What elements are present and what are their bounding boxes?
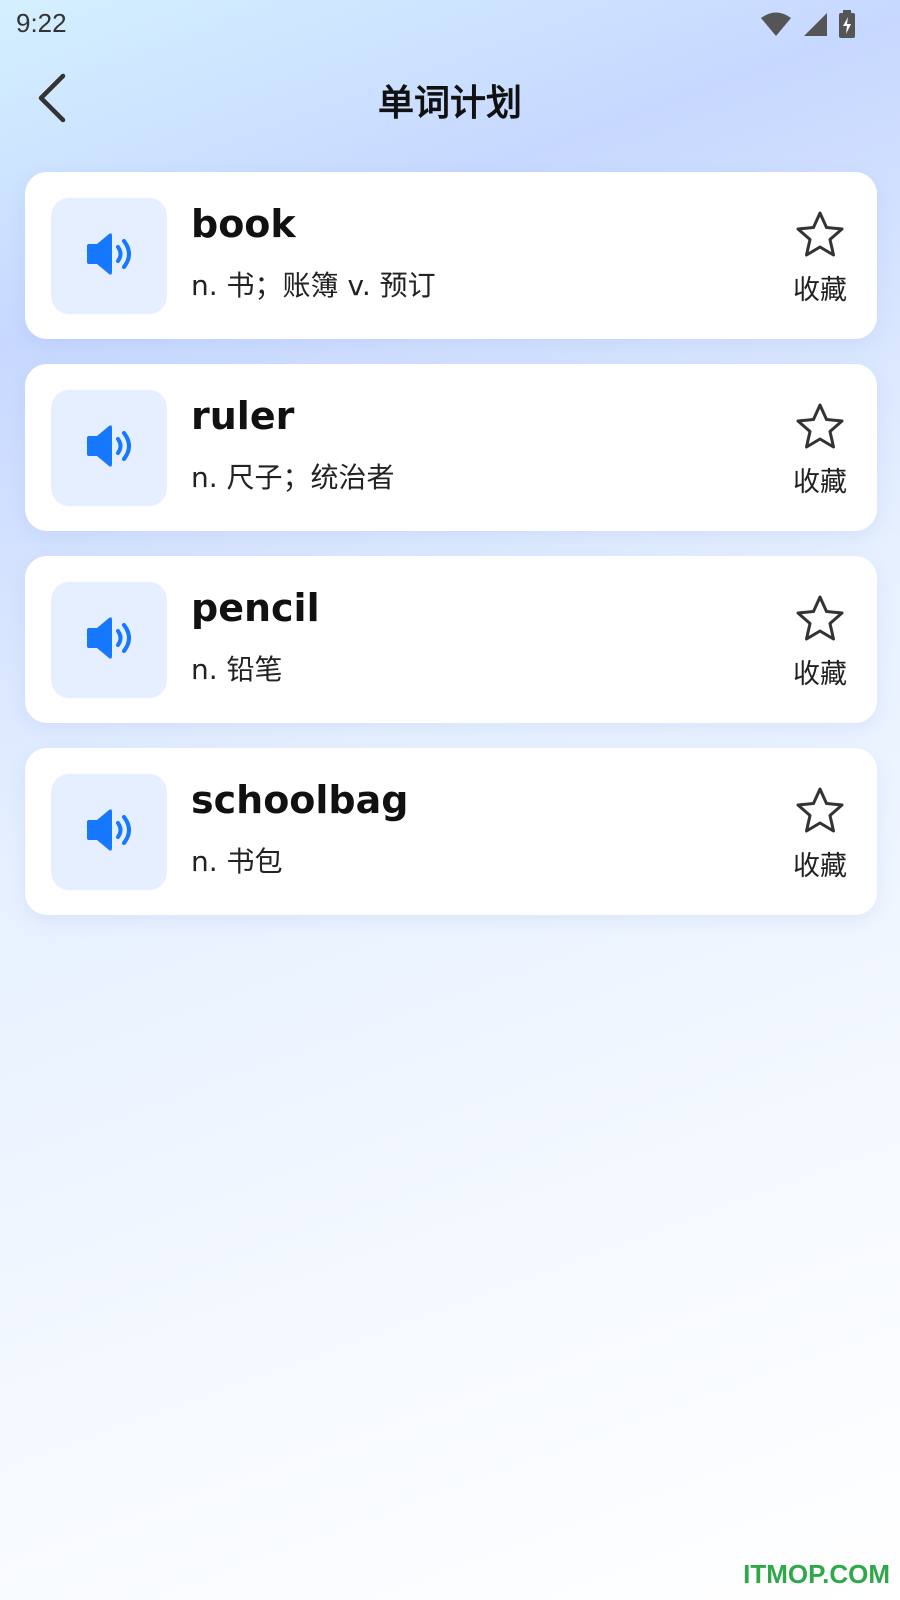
word-list: book n. 书；账簿 v. 预订 收藏 ruler n. 尺子；统治者 收藏… bbox=[25, 172, 877, 940]
word-text: pencil bbox=[191, 586, 320, 630]
favorite-button[interactable]: 收藏 bbox=[785, 210, 855, 307]
page-title: 单词计划 bbox=[377, 83, 522, 124]
word-meaning: n. 尺子；统治者 bbox=[191, 461, 395, 494]
word-text: schoolbag bbox=[191, 778, 409, 822]
word-meaning: n. 书；账簿 v. 预订 bbox=[191, 269, 436, 302]
favorite-label: 收藏 bbox=[793, 659, 847, 690]
speaker-icon bbox=[81, 610, 137, 670]
favorite-label: 收藏 bbox=[793, 851, 847, 882]
speaker-icon bbox=[81, 226, 137, 286]
favorite-button[interactable]: 收藏 bbox=[785, 786, 855, 883]
word-text: book bbox=[191, 202, 296, 246]
wifi-icon bbox=[760, 11, 792, 41]
signal-icon bbox=[802, 11, 828, 41]
word-card[interactable]: ruler n. 尺子；统治者 收藏 bbox=[25, 364, 877, 531]
favorite-button[interactable]: 收藏 bbox=[785, 402, 855, 499]
word-card[interactable]: book n. 书；账簿 v. 预订 收藏 bbox=[25, 172, 877, 339]
word-card[interactable]: schoolbag n. 书包 收藏 bbox=[25, 748, 877, 915]
star-icon bbox=[794, 594, 846, 648]
watermark: ITMOP.COM bbox=[743, 1559, 890, 1589]
pronounce-button[interactable] bbox=[51, 774, 167, 890]
speaker-icon bbox=[81, 802, 137, 862]
star-icon bbox=[794, 210, 846, 264]
word-meaning: n. 铅笔 bbox=[191, 653, 283, 686]
pronounce-button[interactable] bbox=[51, 390, 167, 506]
pronounce-button[interactable] bbox=[51, 198, 167, 314]
battery-charging-icon bbox=[838, 10, 856, 42]
status-icons bbox=[760, 10, 856, 42]
word-meaning: n. 书包 bbox=[191, 845, 283, 878]
status-bar: 9:22 bbox=[0, 0, 900, 50]
favorite-button[interactable]: 收藏 bbox=[785, 594, 855, 691]
star-icon bbox=[794, 402, 846, 456]
word-card[interactable]: pencil n. 铅笔 收藏 bbox=[25, 556, 877, 723]
speaker-icon bbox=[81, 418, 137, 478]
status-time: 9:22 bbox=[16, 8, 67, 38]
word-text: ruler bbox=[191, 394, 295, 438]
pronounce-button[interactable] bbox=[51, 582, 167, 698]
header: 单词计划 bbox=[0, 60, 900, 140]
favorite-label: 收藏 bbox=[793, 467, 847, 498]
star-icon bbox=[794, 786, 846, 840]
favorite-label: 收藏 bbox=[793, 275, 847, 306]
